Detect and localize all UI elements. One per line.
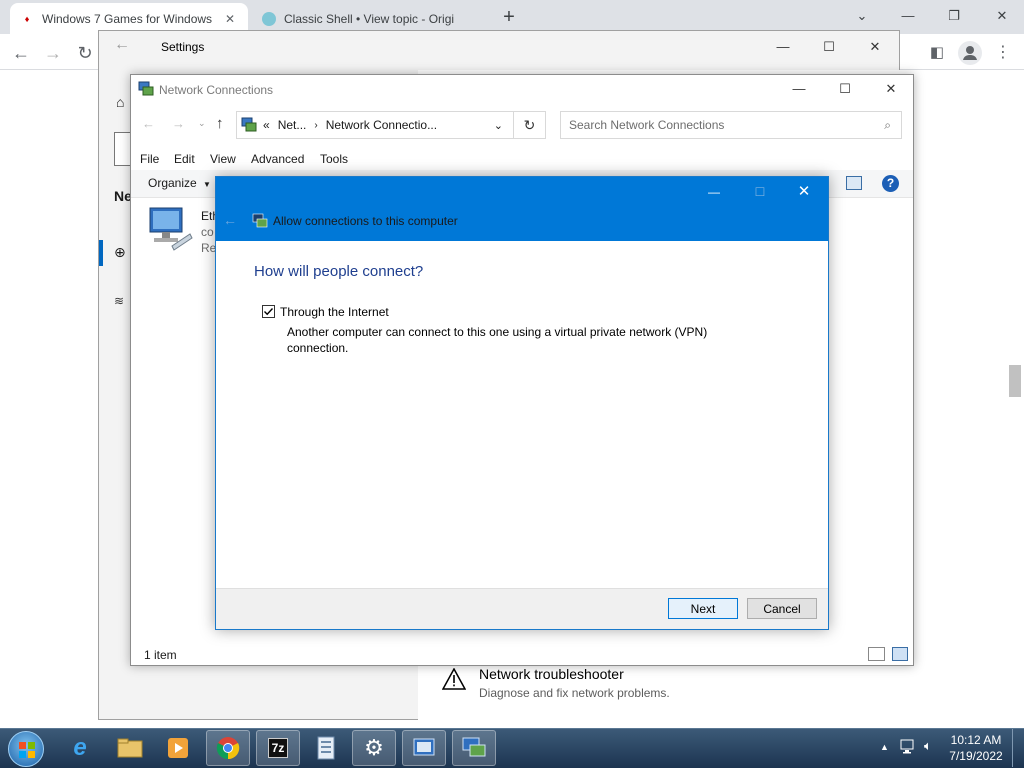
menu-file[interactable]: File: [140, 150, 159, 168]
refresh-button[interactable]: ↻: [514, 111, 546, 139]
recent-locations-chevron-icon[interactable]: ⌄: [198, 118, 206, 129]
globe-icon[interactable]: ⊕: [114, 244, 126, 261]
explorer-forward-icon[interactable]: →: [172, 116, 185, 131]
warning-icon: [441, 667, 467, 693]
menu-view[interactable]: View: [210, 150, 236, 168]
settings-back-icon[interactable]: ←: [114, 36, 130, 54]
taskbar: [0, 728, 1024, 768]
file-explorer-taskbar-icon[interactable]: [108, 730, 152, 766]
profile-avatar-icon[interactable]: [958, 41, 982, 65]
shell-favicon-icon: [262, 11, 276, 26]
menu-edit[interactable]: Edit: [174, 150, 195, 168]
address-segment-network[interactable]: Net...: [278, 118, 307, 132]
browser-menu-icon[interactable]: ⋮: [990, 40, 1016, 66]
settings-minimize-icon[interactable]: —: [760, 32, 806, 62]
browser-reload-icon[interactable]: ↻: [72, 40, 98, 66]
through-internet-checkbox[interactable]: [262, 305, 275, 318]
page-scrollbar-thumb[interactable]: [1009, 365, 1021, 397]
taskbar-clock[interactable]: 10:12 AM 7/19/2022: [948, 732, 1004, 764]
address-overflow-chevrons[interactable]: «: [263, 118, 270, 132]
search-icon: ⌕: [884, 117, 891, 132]
address-dropdown-icon[interactable]: ⌄: [494, 119, 503, 132]
tab-title: Windows 7 Games for Windows: [42, 11, 213, 26]
address-segment-network-connections[interactable]: Network Connectio...: [326, 118, 437, 132]
netconn-close-icon[interactable]: ✕: [868, 74, 914, 104]
dialog-back-icon[interactable]: ←: [223, 212, 237, 228]
dialog-minimize-icon[interactable]: —: [692, 181, 736, 203]
address-network-icon: [241, 117, 257, 133]
dialog-header: [216, 177, 828, 241]
network-tray-icon[interactable]: [900, 739, 918, 758]
settings-gear-taskbar-icon[interactable]: ⚙: [352, 730, 396, 766]
settings-selected-indicator: [99, 240, 103, 266]
address-bar[interactable]: « Net... › Network Connectio... ⌄: [236, 111, 514, 139]
refresh-icon: ↻: [523, 116, 536, 133]
settings-maximize-icon[interactable]: ☐: [806, 32, 852, 62]
description-line-1: Another computer can connect to this one…: [287, 325, 708, 339]
through-internet-description: Another computer can connect to this one…: [287, 324, 707, 356]
tab-search-chevron-icon[interactable]: ⌄: [842, 4, 882, 28]
item-count-status: 1 item: [144, 648, 177, 662]
dialog-maximize-icon[interactable]: ☐: [738, 181, 782, 203]
7zip-taskbar-icon[interactable]: 7z: [256, 730, 300, 766]
menu-tools[interactable]: Tools: [320, 150, 348, 168]
large-icons-view-icon[interactable]: [892, 647, 908, 661]
browser-restore-icon[interactable]: ❐: [934, 4, 974, 28]
new-tab-button[interactable]: +: [498, 6, 520, 28]
organize-label: Organize: [148, 176, 197, 190]
settings-title: Settings: [161, 40, 205, 54]
tab-title: Classic Shell • View topic - Origi: [284, 11, 455, 26]
netconn-minimize-icon[interactable]: —: [776, 74, 822, 104]
browser-back-icon[interactable]: ←: [8, 40, 34, 66]
netconn-maximize-icon[interactable]: ☐: [822, 74, 868, 104]
troubleshooter-description: Diagnose and fix network problems.: [479, 686, 670, 700]
network-connections-app-icon: [138, 81, 154, 97]
volume-tray-icon[interactable]: 🔈︎: [924, 738, 932, 754]
games-favicon-icon: ♦: [20, 11, 34, 26]
dialog-close-icon[interactable]: ✕: [782, 181, 826, 203]
cancel-button[interactable]: Cancel: [747, 598, 817, 619]
settings-home-icon[interactable]: ⌂: [116, 94, 124, 110]
search-network-connections-input[interactable]: Search Network Connections ⌕: [560, 111, 902, 139]
clock-time: 10:12 AM: [950, 733, 1002, 747]
search-placeholder: Search Network Connections: [569, 118, 725, 132]
side-panel-icon[interactable]: ◧: [924, 40, 950, 66]
wifi-icon[interactable]: ≋: [114, 294, 124, 308]
browser-close-icon[interactable]: ✕: [982, 4, 1022, 28]
ethernet-adapter-icon[interactable]: [146, 206, 196, 255]
chrome-taskbar-icon[interactable]: [206, 730, 250, 766]
through-internet-label[interactable]: Through the Internet: [280, 305, 389, 319]
explorer-up-icon[interactable]: ↑: [216, 115, 224, 132]
dialog-title: Allow connections to this computer: [273, 214, 458, 228]
clock-date: 7/19/2022: [949, 749, 1003, 763]
show-desktop-button[interactable]: [1012, 729, 1024, 767]
close-tab-icon[interactable]: ✕: [222, 12, 238, 26]
internet-explorer-taskbar-icon[interactable]: e: [58, 730, 102, 766]
media-player-taskbar-icon[interactable]: [156, 730, 200, 766]
troubleshooter-link[interactable]: Network troubleshooter: [479, 666, 624, 682]
allow-connections-dialog: [215, 176, 829, 630]
organize-button[interactable]: Organize ▼: [148, 176, 211, 190]
details-view-icon[interactable]: [868, 647, 885, 661]
next-button[interactable]: Next: [668, 598, 738, 619]
settings-close-icon[interactable]: ✕: [852, 32, 898, 62]
network-connections-title: Network Connections: [159, 83, 274, 97]
address-separator-icon: ›: [314, 119, 318, 131]
help-icon[interactable]: ?: [882, 175, 899, 192]
start-orb-button[interactable]: [8, 731, 44, 767]
document-taskbar-icon[interactable]: [304, 730, 348, 766]
control-panel-taskbar-icon[interactable]: [402, 730, 446, 766]
show-hidden-icons-icon[interactable]: ▲: [880, 742, 889, 752]
dialog-network-icon: [252, 213, 268, 232]
explorer-back-icon[interactable]: ←: [142, 116, 155, 131]
preview-pane-icon[interactable]: [846, 176, 862, 190]
browser-forward-icon[interactable]: →: [40, 40, 66, 66]
organize-dropdown-icon: ▼: [203, 180, 211, 189]
7zip-label: 7z: [267, 738, 289, 758]
dialog-heading: How will people connect?: [254, 263, 424, 280]
browser-minimize-icon[interactable]: —: [888, 4, 928, 28]
menu-advanced[interactable]: Advanced: [251, 150, 304, 168]
network-connections-taskbar-icon[interactable]: [452, 730, 496, 766]
description-line-2: connection.: [287, 341, 349, 355]
